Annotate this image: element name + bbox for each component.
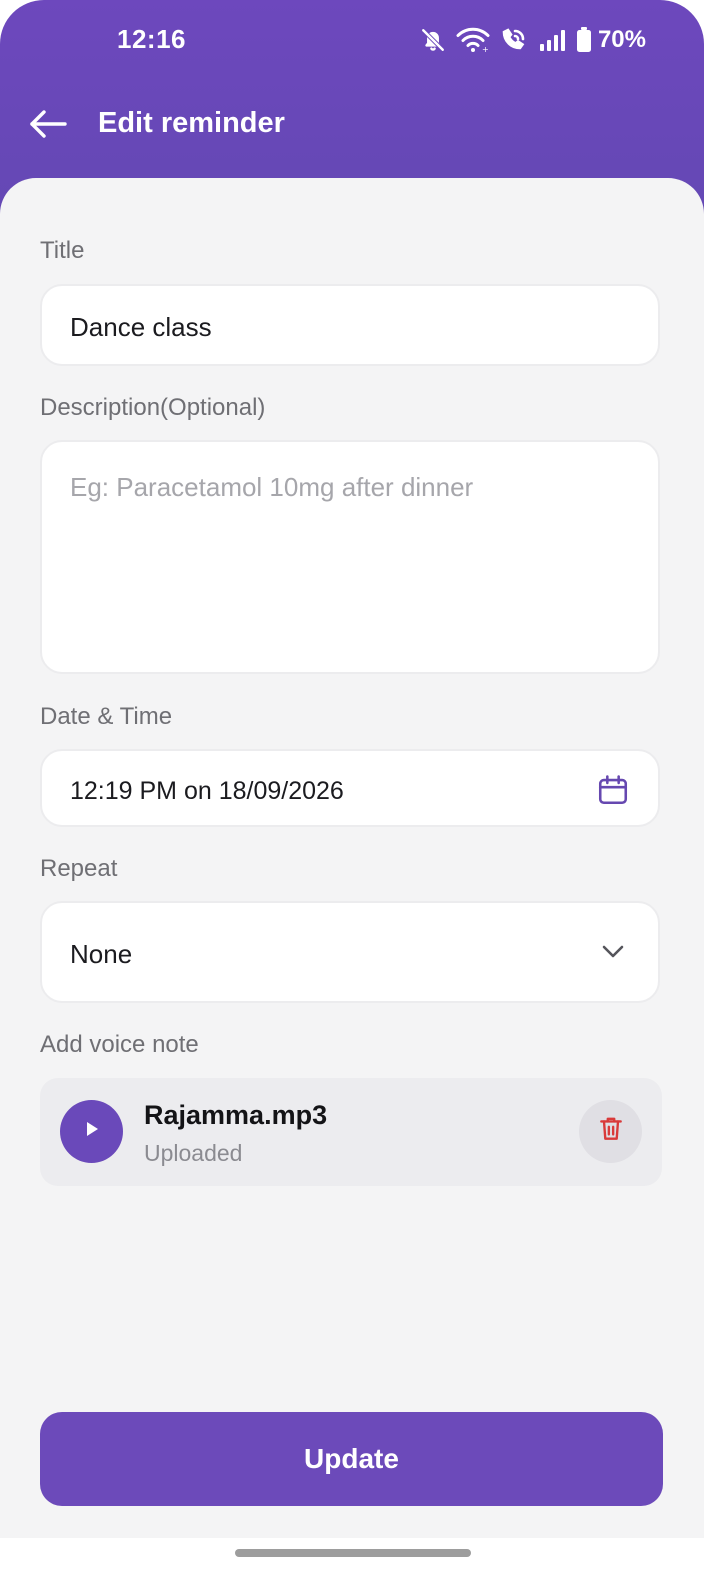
wifi-calling-icon (500, 27, 528, 53)
home-indicator[interactable] (235, 1549, 471, 1557)
title-label: Title (40, 237, 85, 264)
page-title: Edit reminder (98, 107, 285, 139)
back-button[interactable] (22, 104, 74, 148)
play-icon (83, 1119, 101, 1144)
chevron-down-icon (600, 941, 626, 966)
signal-icon (538, 28, 566, 52)
play-button[interactable] (60, 1100, 123, 1163)
svg-text:+: + (482, 45, 489, 53)
datetime-label: Date & Time (40, 703, 173, 730)
voice-note-label: Add voice note (40, 1031, 199, 1058)
battery-percent: 70% (597, 26, 646, 53)
voice-file-name: Rajamma.mp3 (144, 1100, 328, 1130)
repeat-label: Repeat (40, 855, 118, 882)
datetime-value: 12:19 PM on 18/09/2026 (70, 777, 344, 805)
battery-icon (576, 27, 592, 53)
voice-note-card: Rajamma.mp3 Uploaded (40, 1078, 662, 1186)
description-label: Description(Optional) (40, 394, 266, 421)
wifi-icon: + (456, 27, 490, 53)
title-input-value: Dance class (70, 312, 212, 342)
title-input[interactable]: Dance class (40, 284, 660, 366)
bell-off-icon (420, 27, 446, 53)
arrow-left-icon (28, 108, 68, 145)
repeat-select[interactable]: None (40, 901, 660, 1003)
repeat-value: None (70, 939, 133, 969)
calendar-icon[interactable] (596, 773, 630, 812)
datetime-field[interactable]: 12:19 PM on 18/09/2026 (40, 749, 660, 827)
voice-file-status: Uploaded (144, 1140, 243, 1166)
trash-icon (598, 1115, 624, 1148)
description-textarea[interactable]: Eg: Paracetamol 10mg after dinner (40, 440, 660, 674)
status-time: 12:16 (117, 24, 186, 54)
update-button[interactable]: Update (40, 1412, 663, 1506)
status-icons: + 70% (420, 24, 646, 56)
description-placeholder: Eg: Paracetamol 10mg after dinner (70, 472, 474, 502)
delete-voice-button[interactable] (579, 1100, 642, 1163)
app-screen: 12:16 + 70% Edit reminder Title Dance cl… (0, 0, 704, 1572)
